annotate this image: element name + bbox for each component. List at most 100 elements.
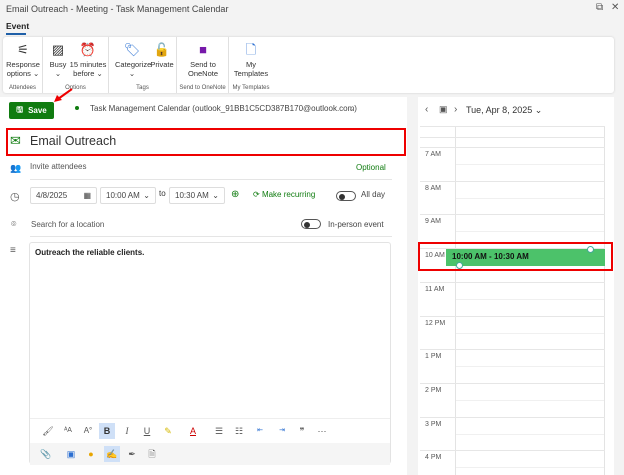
notes-icon: ≡ [10, 245, 16, 256]
attendees-icon: 👥 [10, 163, 22, 173]
hour-line [420, 214, 605, 216]
group-attendees: ⚟ Response options ⌄ Attendees [3, 37, 43, 93]
save-icon: 🖫 [16, 104, 24, 114]
emoji-icon[interactable]: ● [83, 446, 99, 462]
numbering-icon[interactable]: ☷ [231, 423, 247, 439]
hour-label: 12 PM [425, 319, 446, 327]
more-icon[interactable]: ⋯ [314, 423, 330, 439]
body-text[interactable]: Outreach the reliable clients. [35, 248, 144, 257]
highlight-icon[interactable]: ✎ [160, 423, 176, 439]
location-icon: ⌾ [11, 219, 17, 229]
end-time-select[interactable]: 10:30 AM ⌄ [169, 187, 225, 204]
make-recurring-button[interactable]: ⟳ Make recurring [253, 190, 315, 199]
calendar-date-selector[interactable]: Tue, Apr 8, 2025 ⌄ [466, 105, 542, 116]
grid-edge [604, 126, 605, 475]
busy-button[interactable]: ▨ Busy ⌄ [47, 39, 69, 78]
window-title: Email Outreach - Meeting - Task Manageme… [6, 4, 229, 14]
underline-icon[interactable]: U [139, 423, 155, 439]
onenote-icon: ■ [199, 42, 207, 57]
response-options-button[interactable]: ⚟ Response options ⌄ [3, 39, 43, 78]
location-input[interactable]: Search for a location [31, 220, 104, 229]
attach-icon[interactable]: 📎 [38, 446, 54, 462]
half-hour-line [456, 399, 604, 401]
hour-label: 7 AM [425, 151, 441, 158]
bold-icon[interactable]: B [99, 423, 115, 439]
half-hour-line [456, 197, 604, 199]
chevron-down-icon: ⌄ [212, 191, 219, 200]
editor-icon[interactable]: ✍ [104, 446, 120, 462]
hour-line [420, 382, 605, 384]
button-label: Private [150, 60, 174, 69]
quote-icon[interactable]: ❞ [294, 423, 310, 439]
indent-icon[interactable]: ⇥ [274, 423, 290, 439]
restore-icon[interactable]: ⧉ [596, 2, 603, 13]
hour-line [420, 450, 605, 452]
date-value: 4/8/2025 [36, 191, 68, 200]
hour-line [420, 416, 605, 418]
superscript-icon[interactable]: A° [80, 423, 96, 439]
prev-icon[interactable]: ‹ [425, 104, 428, 115]
in-person-toggle[interactable] [301, 219, 321, 229]
hour-label: 3 PM [425, 420, 442, 428]
group-templates: 🗋 My Templates My Templates [229, 37, 273, 93]
outdent-icon[interactable]: ⇤ [252, 423, 268, 439]
button-label: Send to OneNote [187, 60, 219, 78]
italic-icon[interactable]: I [119, 423, 135, 439]
insert-toolbar: 📎 ▣ ● ✍ ✒ 🗎 [30, 443, 390, 465]
format-painter-icon[interactable]: 🖌 [40, 423, 56, 439]
lock-icon: 🔓 [153, 42, 171, 57]
font-color-icon[interactable]: A [185, 423, 201, 439]
my-templates-button[interactable]: 🗋 My Templates [231, 39, 271, 78]
close-icon[interactable]: ✕ [611, 2, 619, 13]
date-picker[interactable]: 4/8/2025 ▦ [30, 187, 97, 204]
next-icon[interactable]: › [454, 104, 457, 115]
hour-line [420, 147, 605, 148]
time-column-divider [455, 126, 456, 475]
hour-label: 1 PM [425, 353, 442, 361]
bullets-icon[interactable]: ☰ [211, 423, 227, 439]
hour-label: 9 AM [425, 218, 441, 226]
sliders-icon: ⚟ [17, 42, 29, 57]
hour-line [420, 281, 605, 283]
hour-label: 11 AM [425, 285, 445, 293]
image-icon[interactable]: ▣ [63, 446, 79, 462]
today-icon[interactable]: ▣ [439, 104, 448, 115]
recurring-label: Make recurring [261, 190, 316, 199]
optional-link[interactable]: Optional [356, 163, 386, 172]
group-label: My Templates [232, 85, 270, 91]
start-time-select[interactable]: 10:00 AM ⌄ [100, 187, 156, 204]
start-time-value: 10:00 AM [106, 191, 140, 200]
send-to-onenote-button[interactable]: ■ Send to OneNote [177, 39, 229, 78]
template-icon: 🗋 [245, 42, 257, 57]
divider [30, 236, 392, 237]
chevron-down-icon[interactable]: ⌄ [348, 103, 356, 114]
tab-underline [6, 33, 26, 35]
title-input[interactable]: Email Outreach [30, 134, 116, 148]
signature-icon[interactable]: ✒ [124, 446, 140, 462]
group-label: Attendees [8, 85, 37, 91]
event-highlight [418, 242, 613, 271]
font-size-icon[interactable]: ᴬA [60, 423, 76, 439]
in-person-label: In-person event [328, 220, 384, 229]
tag-icon: 🏷 [123, 42, 141, 57]
private-button[interactable]: 🔓 Private [149, 39, 175, 69]
title-bar: Email Outreach - Meeting - Task Manageme… [0, 0, 624, 18]
hour-line [420, 349, 605, 351]
all-day-toggle[interactable] [336, 191, 356, 201]
save-button[interactable]: 🖫 Save [9, 102, 54, 119]
hour-label: 4 PM [425, 454, 442, 462]
group-onenote: ■ Send to OneNote Send to OneNote [177, 37, 229, 93]
tab-event[interactable]: Event [6, 21, 29, 31]
annotation-arrow [54, 88, 73, 102]
ribbon: ⚟ Response options ⌄ Attendees ▨ Busy ⌄ ⏰ 15… [3, 37, 614, 93]
attendees-input[interactable]: Invite attendees [30, 162, 86, 171]
globe-icon[interactable]: ⊕ [231, 189, 239, 200]
button-label: Busy [49, 60, 67, 69]
calendar-selector[interactable]: Task Management Calendar (outlook_91BB1C… [90, 104, 357, 113]
alarm-icon: ⏰ [79, 42, 97, 57]
reminder-button[interactable]: ⏰ 15 minutes before ⌄ [69, 39, 107, 78]
calendar-pane [418, 97, 614, 475]
loop-icon[interactable]: 🗎 [144, 446, 160, 462]
hour-line [420, 126, 605, 127]
categorize-button[interactable]: 🏷 Categorize ⌄ [115, 39, 151, 78]
